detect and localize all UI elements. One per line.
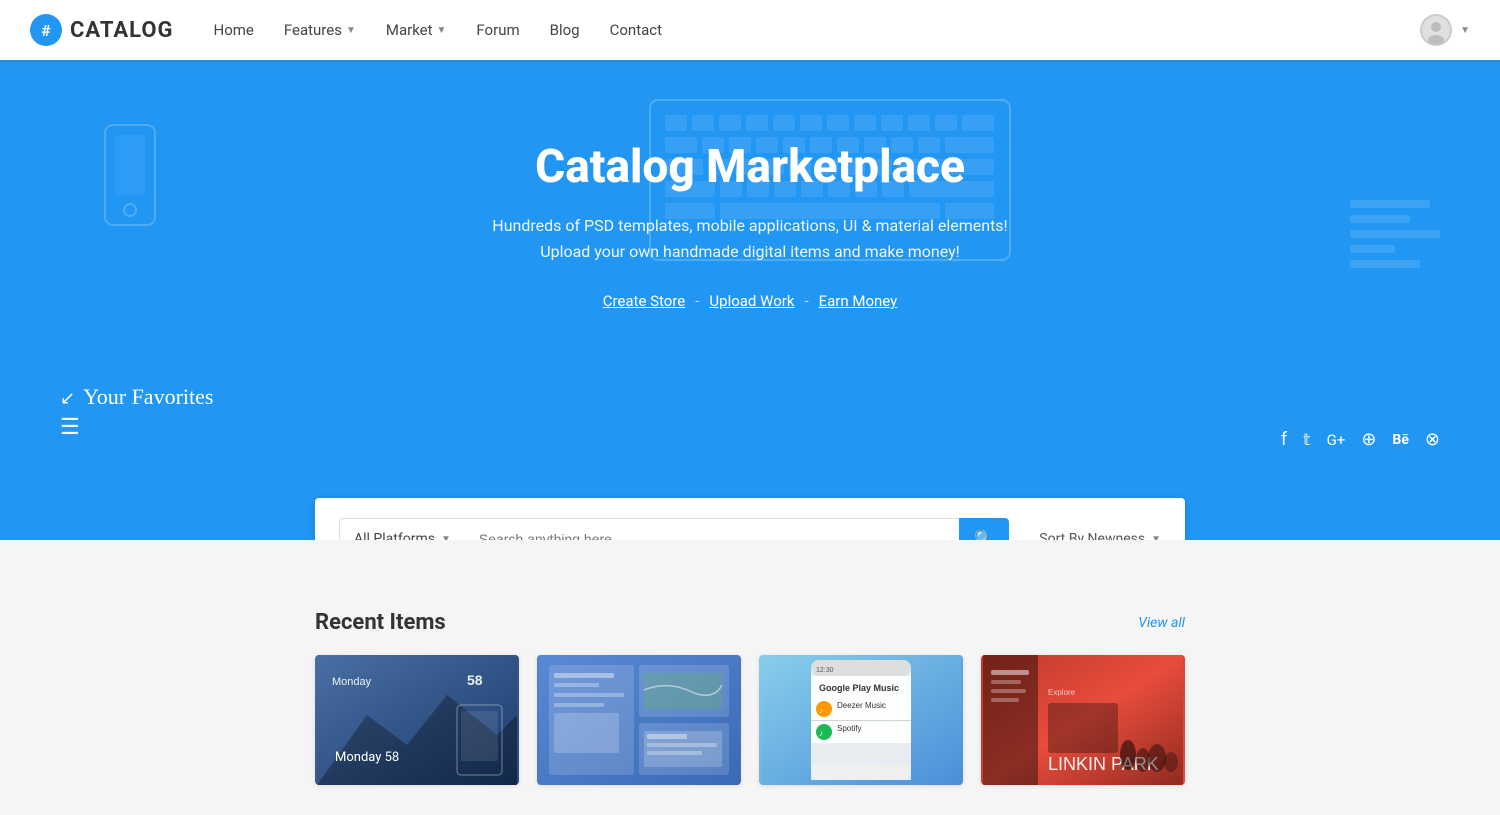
nav-contact[interactable]: Contact: [610, 21, 662, 39]
pinterest-icon[interactable]: ⊗: [1425, 429, 1440, 450]
section-title: Recent Items: [315, 610, 446, 635]
search-button[interactable]: 🔍: [959, 518, 1009, 540]
card-image-3: 12:30 Google Play Music ♪ Deezer Music ♪…: [759, 655, 963, 785]
nav-features[interactable]: Features ▼: [284, 21, 356, 39]
hero-links: Create Store - Upload Work - Earn Money: [603, 292, 898, 310]
separator-2: -: [804, 292, 808, 310]
user-dropdown-icon[interactable]: ▼: [1460, 25, 1470, 36]
dribbble-icon[interactable]: ⊕: [1361, 429, 1376, 450]
hamburger-icon[interactable]: ☰: [60, 415, 80, 440]
card-item-1[interactable]: Monday 58: [315, 655, 519, 785]
favorites-text: Your Favorites: [83, 384, 213, 409]
platform-dropdown-icon: ▼: [441, 534, 451, 541]
svg-text:♪: ♪: [819, 729, 823, 738]
navbar: # CATALOG Home Features ▼ Market ▼ Forum…: [0, 0, 1500, 60]
market-dropdown-icon: ▼: [437, 25, 447, 36]
nav-home[interactable]: Home: [214, 21, 254, 39]
nav-market[interactable]: Market ▼: [386, 21, 447, 39]
svg-text:Deezer Music: Deezer Music: [837, 701, 886, 710]
search-row: All Platforms ▼ 🔍 Sort By Newness ▼: [339, 518, 1161, 540]
user-avatar[interactable]: [1420, 14, 1452, 46]
hero-subtitle: Hundreds of PSD templates, mobile applic…: [480, 213, 1020, 264]
sort-dropdown[interactable]: Sort By Newness ▼: [1009, 531, 1161, 540]
platform-select[interactable]: All Platforms ▼: [339, 518, 465, 540]
twitter-icon[interactable]: 𝕥: [1303, 430, 1310, 449]
upload-work-link[interactable]: Upload Work: [709, 292, 794, 310]
nav-blog[interactable]: Blog: [550, 21, 580, 39]
social-icons-group: f 𝕥 G+ ⊕ Bē ⊗: [1281, 429, 1440, 450]
googleplus-icon[interactable]: G+: [1327, 431, 1346, 449]
behance-icon[interactable]: Bē: [1392, 432, 1409, 448]
navbar-right: ▼: [1420, 14, 1470, 46]
features-dropdown-icon: ▼: [346, 25, 356, 36]
brand-icon: #: [30, 14, 62, 46]
card-image-2: [537, 655, 741, 785]
nav-forum[interactable]: Forum: [476, 21, 519, 39]
sort-label: Sort By Newness: [1039, 531, 1145, 540]
svg-text:Google Play Music: Google Play Music: [819, 683, 899, 693]
brand-name: CATALOG: [70, 18, 174, 43]
facebook-icon[interactable]: f: [1281, 429, 1287, 450]
create-store-link[interactable]: Create Store: [603, 292, 686, 310]
section-header: Recent Items View all: [315, 610, 1185, 635]
separator-1: -: [695, 292, 699, 310]
svg-text:58: 58: [467, 672, 483, 688]
hero-title: Catalog Marketplace: [535, 140, 965, 195]
search-icon: 🔍: [974, 529, 994, 540]
search-input[interactable]: [465, 518, 959, 540]
card-item-3[interactable]: 12:30 Google Play Music ♪ Deezer Music ♪…: [759, 655, 963, 785]
view-all-link[interactable]: View all: [1138, 615, 1185, 631]
svg-text:Spotify: Spotify: [837, 724, 861, 733]
platform-label: All Platforms: [354, 531, 435, 540]
favorites-arrow-icon: ↙: [60, 388, 75, 409]
brand[interactable]: # CATALOG: [30, 14, 174, 46]
card-item-4[interactable]: Explore LINKIN PARK: [981, 655, 1185, 785]
earn-money-link[interactable]: Earn Money: [819, 292, 898, 310]
cards-grid: Monday 58: [315, 655, 1185, 785]
sort-dropdown-icon: ▼: [1151, 534, 1161, 541]
svg-text:♪: ♪: [819, 706, 823, 715]
search-bar-container: All Platforms ▼ 🔍 Sort By Newness ▼: [315, 498, 1185, 540]
card-image-1: Monday 58: [315, 655, 519, 785]
hero-section: Catalog Marketplace Hundreds of PSD temp…: [0, 60, 1500, 540]
main-content: Recent Items View all Monday: [315, 540, 1185, 815]
card-image-4: Explore LINKIN PARK: [981, 655, 1185, 785]
nav-links: Home Features ▼ Market ▼ Forum Blog Cont…: [214, 21, 1421, 39]
svg-text:Explore: Explore: [1048, 688, 1076, 697]
favorites-badge: ↙ Your Favorites: [60, 384, 213, 410]
card-item-2[interactable]: [537, 655, 741, 785]
hero-content: Catalog Marketplace Hundreds of PSD temp…: [0, 60, 1500, 468]
svg-text:Monday: Monday: [332, 676, 372, 688]
